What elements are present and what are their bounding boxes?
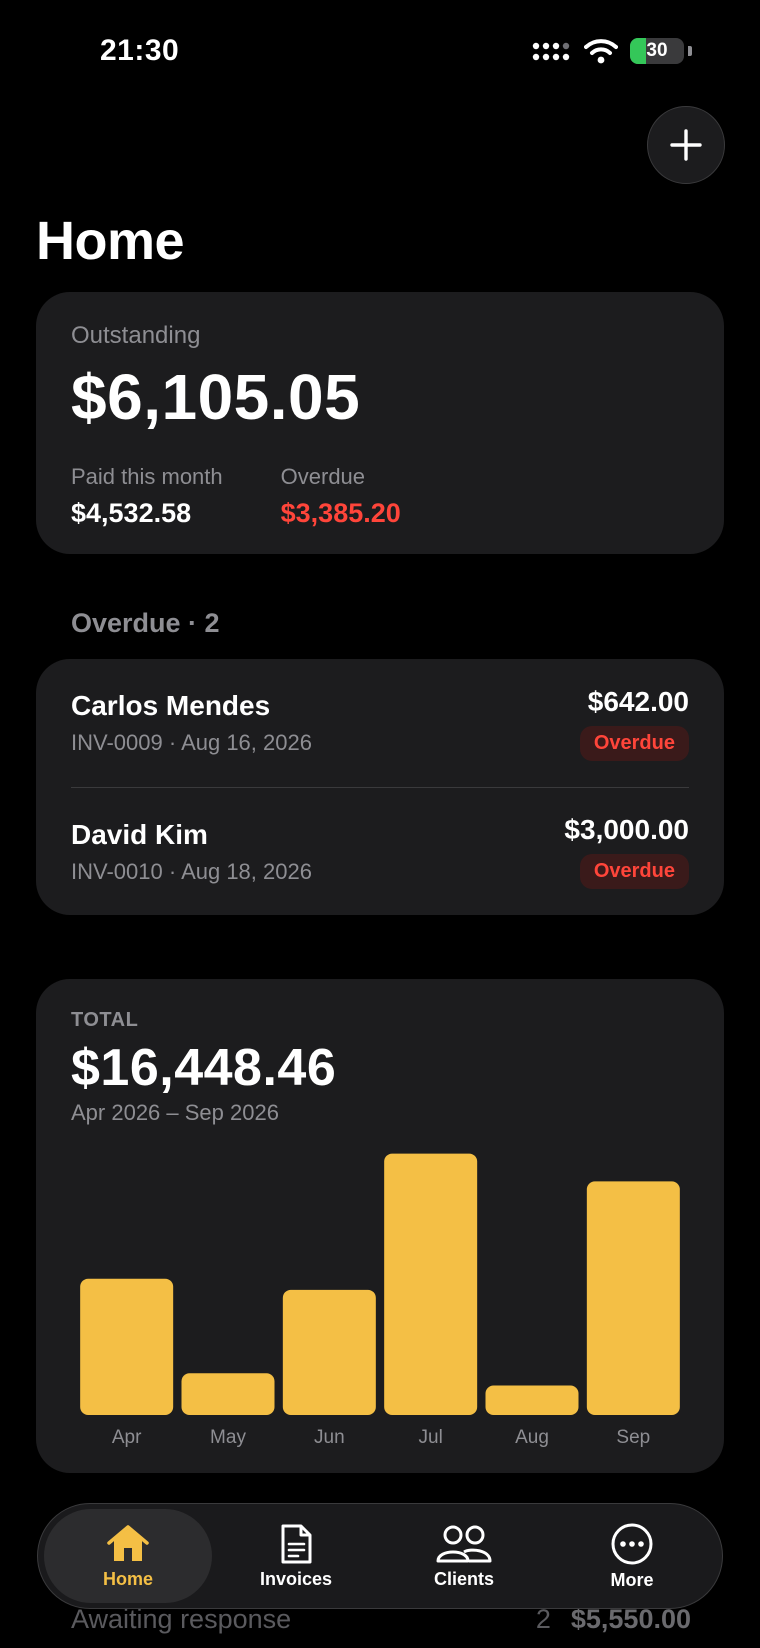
chart-bar-sep <box>586 1181 680 1415</box>
client-name: Carlos Mendes <box>71 690 271 721</box>
tab-clients[interactable]: Clients <box>380 1509 548 1603</box>
invoice-row[interactable]: David Kim INV-0010 · Aug 18, 2026 $3,000… <box>71 787 689 915</box>
wifi-icon <box>584 39 618 64</box>
tab-label: Invoices <box>259 1568 333 1589</box>
chart-bar-apr <box>80 1278 174 1415</box>
chart-tick-label: Jul <box>419 1427 443 1448</box>
paid-label: Paid this month <box>71 464 223 489</box>
overdue-amount: $3,385.20 <box>280 498 401 528</box>
revenue-chart-card: TOTAL $16,448.46 Apr 2026 – Sep 2026 Apr… <box>36 979 724 1473</box>
invoice-amount: $642.00 <box>587 685 689 717</box>
tab-label: More <box>610 1569 654 1590</box>
paid-this-month: Paid this month $4,532.58 <box>71 464 223 529</box>
battery-icon: 30 <box>630 38 684 64</box>
overdue-total: Overdue $3,385.20 <box>281 464 401 529</box>
plus-icon <box>670 129 702 161</box>
invoice-amount-block: $642.00 Overdue <box>579 685 689 761</box>
overdue-label: Overdue <box>280 464 366 489</box>
status-badge: Overdue <box>579 854 689 889</box>
status-icons: 30 <box>532 38 692 64</box>
invoice-info: Carlos Mendes INV-0009 · Aug 16, 2026 <box>71 690 312 756</box>
chart-tick-label: Jun <box>314 1427 345 1448</box>
chart-bar-aug <box>485 1385 579 1415</box>
chart-bar-jul <box>384 1153 478 1415</box>
invoice-info: David Kim INV-0010 · Aug 18, 2026 <box>71 819 312 885</box>
chart-bar-may <box>181 1373 275 1415</box>
page-title: Home <box>36 211 185 271</box>
invoice-amount-block: $3,000.00 Overdue <box>564 814 689 889</box>
invoice-amount: $3,000.00 <box>564 814 689 845</box>
client-name: David Kim <box>71 818 208 850</box>
ellipsis-circle-icon <box>611 1523 653 1564</box>
outstanding-amount: $6,105.05 <box>71 361 361 433</box>
chart-tick-label: Aug <box>515 1427 549 1448</box>
house-icon <box>107 1524 149 1561</box>
summary-stats: Paid this month $4,532.58 Overdue $3,385… <box>71 464 689 529</box>
chart-bar-jun <box>282 1289 376 1415</box>
tab-label: Home <box>102 1568 153 1589</box>
status-bar: 21:30 30 <box>0 0 760 104</box>
status-badge: Overdue <box>579 725 689 761</box>
bar-chart: Apr May Jun Jul Aug Sep <box>80 1153 680 1448</box>
chart-tick-label: May <box>210 1427 246 1448</box>
document-icon <box>281 1524 312 1563</box>
status-time: 21:30 <box>100 34 180 67</box>
cellular-signal-icon <box>532 42 570 61</box>
battery-cap <box>688 46 692 56</box>
tab-invoices[interactable]: Invoices <box>212 1509 380 1603</box>
paid-amount: $4,532.58 <box>71 498 192 528</box>
battery-level: 30 <box>646 40 668 61</box>
outstanding-summary-card: Outstanding $6,105.05 Paid this month $4… <box>36 292 724 554</box>
outstanding-label: Outstanding <box>71 322 201 349</box>
tab-label: Clients <box>433 1568 494 1589</box>
tab-bar: Home Invoices Clients More <box>37 1503 723 1609</box>
overdue-section-title: Overdue · 2 <box>71 608 220 638</box>
tab-home[interactable]: Home <box>44 1509 212 1603</box>
chart-tick-label: Sep <box>616 1427 650 1448</box>
people-icon <box>436 1525 492 1562</box>
invoice-row[interactable]: Carlos Mendes INV-0009 · Aug 16, 2026 $6… <box>71 659 689 787</box>
chart-tick-label: Apr <box>112 1427 142 1448</box>
invoice-meta: INV-0010 · Aug 18, 2026 <box>71 858 312 884</box>
tab-more[interactable]: More <box>548 1509 716 1603</box>
add-button[interactable] <box>647 106 725 184</box>
invoice-meta: INV-0009 · Aug 16, 2026 <box>71 730 312 755</box>
overdue-invoices-list: Carlos Mendes INV-0009 · Aug 16, 2026 $6… <box>36 659 724 915</box>
